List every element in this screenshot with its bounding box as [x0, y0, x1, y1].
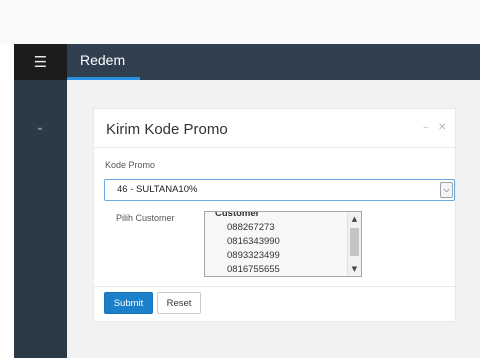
customer-option[interactable]: 0816343990	[227, 236, 280, 247]
scroll-up-icon[interactable]: ▲	[348, 214, 361, 224]
sidebar: ⌄	[14, 80, 67, 358]
scroll-down-icon[interactable]: ▼	[348, 264, 361, 274]
kode-promo-label: Kode Promo	[105, 160, 156, 170]
listbox-scrollbar[interactable]: ▲ ▼	[347, 212, 361, 276]
chevron-down-icon[interactable]: ⌵	[440, 182, 453, 198]
kode-promo-selected-value: 46 - SULTANA10%	[117, 184, 198, 195]
brand-title[interactable]: Redem	[80, 44, 125, 77]
kode-promo-select[interactable]: 46 - SULTANA10% ⌵	[104, 179, 455, 201]
panel-header-divider	[94, 147, 455, 148]
promo-panel: Kirim Kode Promo – ✕ Kode Promo 46 - SUL…	[93, 108, 456, 322]
chevron-down-icon[interactable]: ⌄	[33, 120, 47, 134]
minimize-icon[interactable]: –	[423, 122, 428, 133]
scroll-thumb[interactable]	[350, 228, 359, 256]
form-footer-divider	[94, 286, 455, 287]
reset-button[interactable]: Reset	[157, 292, 201, 314]
customer-listbox[interactable]: Customer 088267273 0816343990 0893323499…	[204, 211, 362, 277]
pilih-customer-label: Pilih Customer	[116, 213, 175, 223]
sidebar-toggle-button[interactable]: ☰	[14, 44, 67, 80]
menu-icon: ☰	[33, 53, 48, 71]
main-content: Kirim Kode Promo – ✕ Kode Promo 46 - SUL…	[67, 80, 480, 358]
close-icon[interactable]: ✕	[438, 122, 446, 133]
top-navbar: Redem	[67, 44, 480, 80]
customer-option[interactable]: 0816755655	[227, 264, 280, 275]
top-strip	[0, 0, 480, 44]
customer-group-label: Customer	[215, 211, 260, 219]
customer-option[interactable]: 088267273	[227, 222, 275, 233]
customer-option[interactable]: 0893323499	[227, 250, 280, 261]
panel-title: Kirim Kode Promo	[106, 121, 228, 138]
submit-button[interactable]: Submit	[104, 292, 153, 314]
